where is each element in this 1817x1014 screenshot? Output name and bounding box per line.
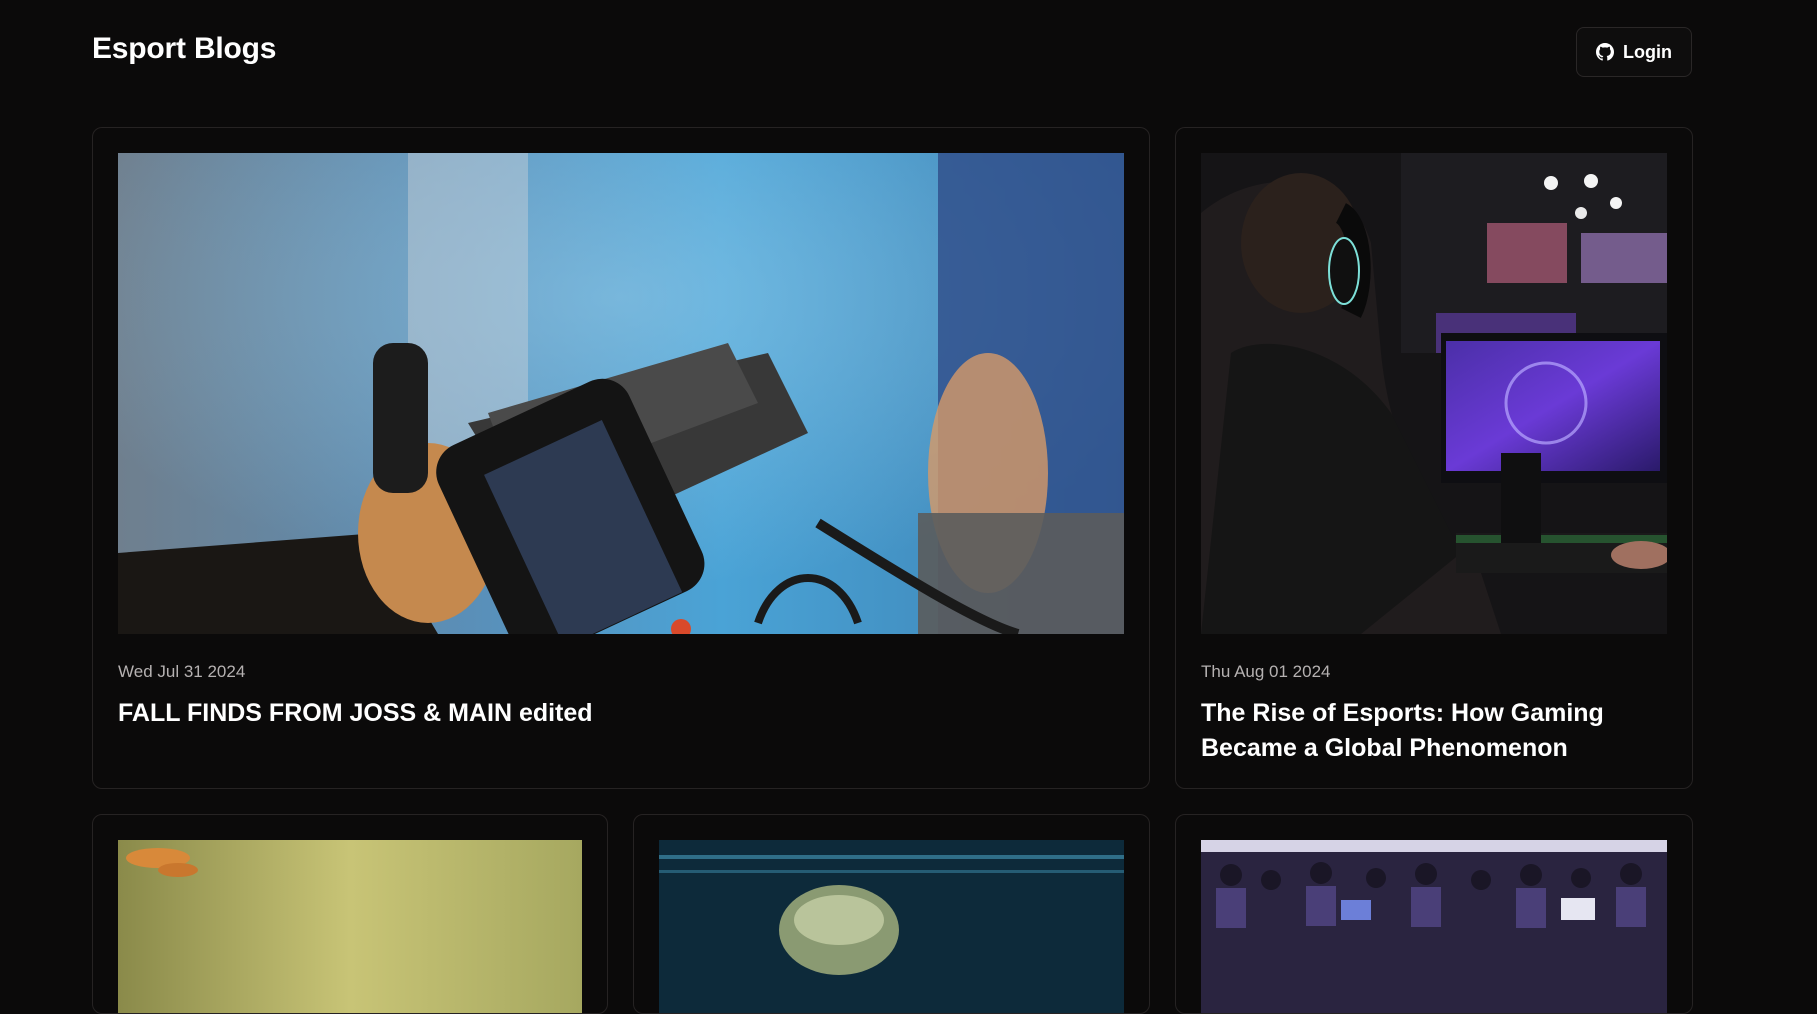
post-thumbnail[interactable] bbox=[1201, 840, 1667, 1013]
post-date: Thu Aug 01 2024 bbox=[1201, 662, 1331, 681]
post-thumbnail[interactable] bbox=[118, 840, 582, 1013]
blog-card[interactable]: Thu Aug 01 2024 The Rise of Esports: How… bbox=[1175, 127, 1693, 789]
github-icon bbox=[1596, 43, 1614, 61]
blog-card[interactable]: Wed Jul 31 2024 FALL FINDS FROM JOSS & M… bbox=[92, 127, 1150, 789]
post-date: Wed Jul 31 2024 bbox=[118, 662, 246, 681]
site-header: Esport Blogs Login bbox=[92, 26, 1692, 78]
post-thumbnail[interactable] bbox=[118, 153, 1124, 634]
login-button-label: Login bbox=[1623, 41, 1672, 62]
player-portrait-photo bbox=[659, 840, 1124, 1013]
sunset-sky-photo bbox=[118, 840, 582, 1013]
phone-gimbal-camera-photo bbox=[118, 153, 1124, 634]
site-title[interactable]: Esport Blogs bbox=[92, 32, 276, 66]
post-thumbnail[interactable] bbox=[1201, 153, 1667, 634]
blog-card[interactable] bbox=[92, 814, 608, 1014]
esports-crowd-photo bbox=[1201, 840, 1667, 1013]
login-button[interactable]: Login bbox=[1576, 27, 1692, 77]
post-thumbnail[interactable] bbox=[659, 840, 1124, 1013]
blog-card[interactable] bbox=[1175, 814, 1693, 1014]
post-title[interactable]: The Rise of Esports: How Gaming Became a… bbox=[1201, 696, 1667, 766]
gamer-with-headset-photo bbox=[1201, 153, 1667, 634]
post-title[interactable]: FALL FINDS FROM JOSS & MAIN edited bbox=[118, 696, 1124, 731]
blog-card[interactable] bbox=[633, 814, 1150, 1014]
